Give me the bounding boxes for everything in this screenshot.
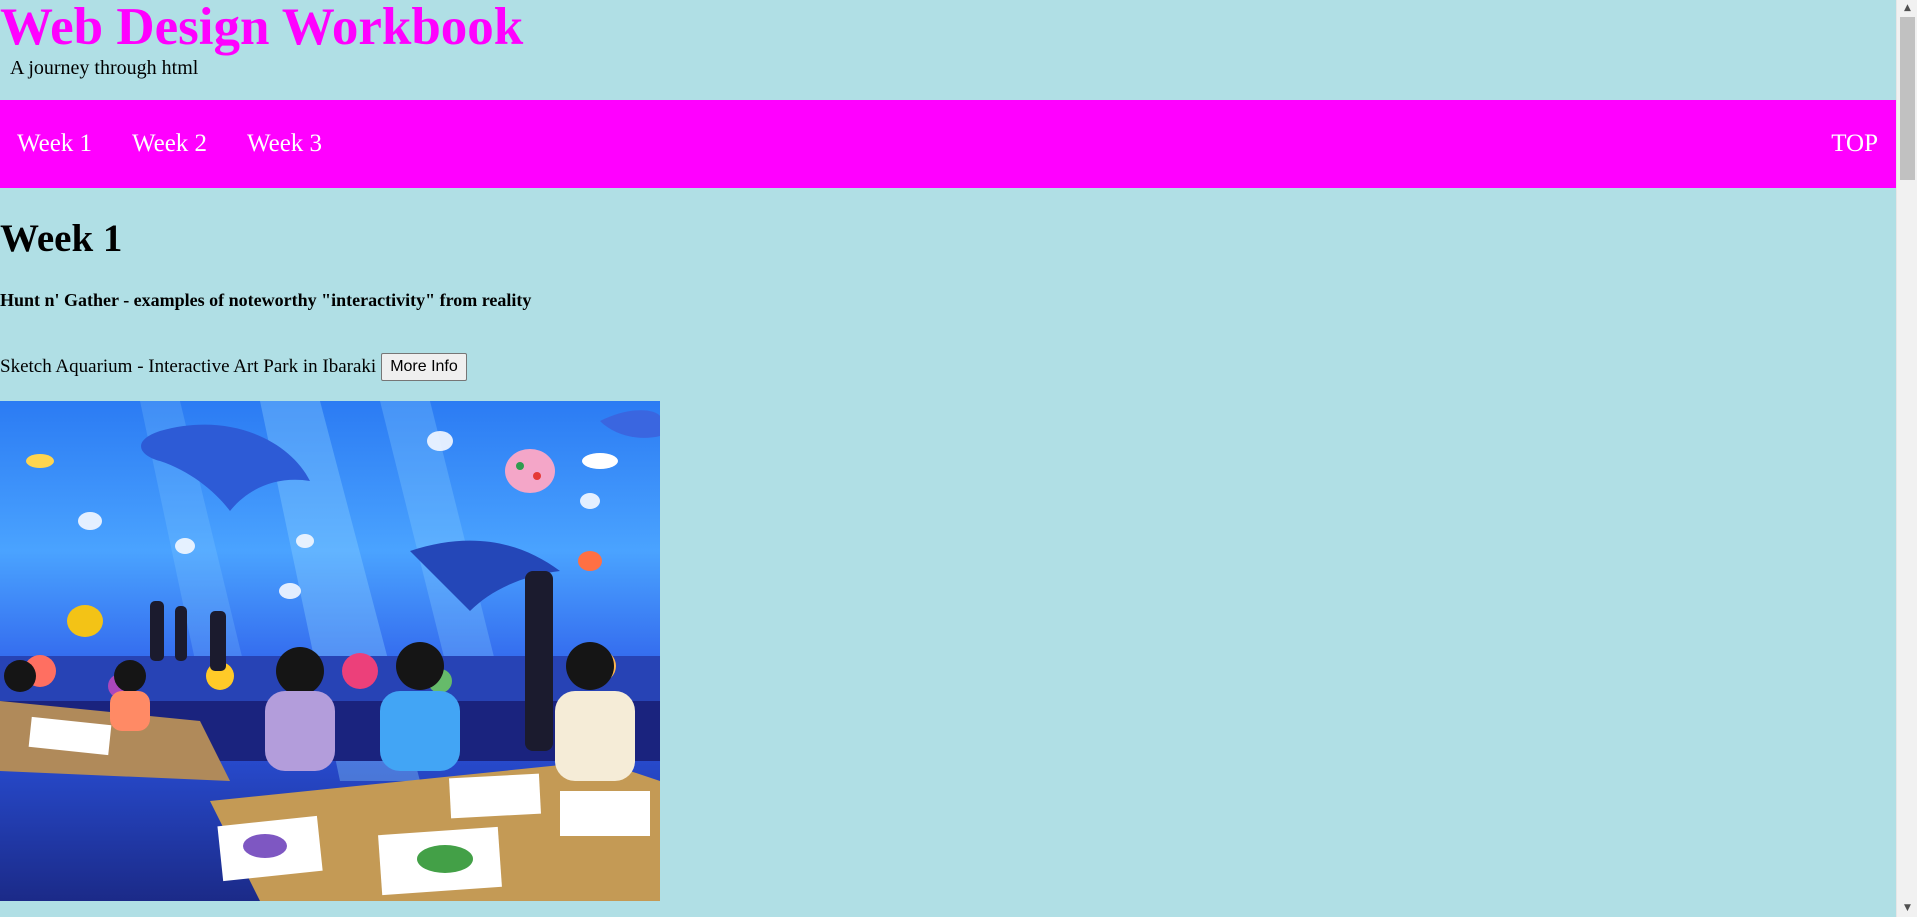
example-label: Sketch Aquarium - Interactive Art Park i… <box>0 356 377 377</box>
nav-link-week-1[interactable]: Week 1 <box>17 128 92 160</box>
vertical-scrollbar[interactable]: ▲ ▼ <box>1896 0 1917 917</box>
drawn-fish <box>243 834 287 858</box>
page: Web Design Workbook A journey through ht… <box>0 0 1896 917</box>
sketch-aquarium-illustration <box>0 401 660 901</box>
section-subtitle: Hunt n' Gather - examples of noteworthy … <box>0 290 532 310</box>
fish-shape <box>600 410 660 438</box>
drawn-turtle <box>417 845 473 873</box>
scroll-up-icon[interactable]: ▲ <box>1897 0 1917 17</box>
site-title: Web Design Workbook <box>0 0 524 56</box>
nav-link-week-3[interactable]: Week 3 <box>247 128 322 160</box>
nav-link-week-2[interactable]: Week 2 <box>132 128 207 160</box>
nav-link-top[interactable]: TOP <box>1831 128 1878 160</box>
more-info-button[interactable]: More Info <box>381 353 467 381</box>
example-row: Sketch Aquarium - Interactive Art Park i… <box>0 352 467 382</box>
site-subtitle: A journey through html <box>10 57 199 79</box>
scroll-thumb[interactable] <box>1900 17 1915 180</box>
scroll-down-icon[interactable]: ▼ <box>1897 900 1917 917</box>
site-header: Web Design Workbook A journey through ht… <box>0 0 1896 100</box>
section-title: Week 1 <box>0 217 123 260</box>
sketch-aquarium-image <box>0 401 660 901</box>
main-nav: Week 1 Week 2 Week 3 TOP <box>0 100 1896 188</box>
